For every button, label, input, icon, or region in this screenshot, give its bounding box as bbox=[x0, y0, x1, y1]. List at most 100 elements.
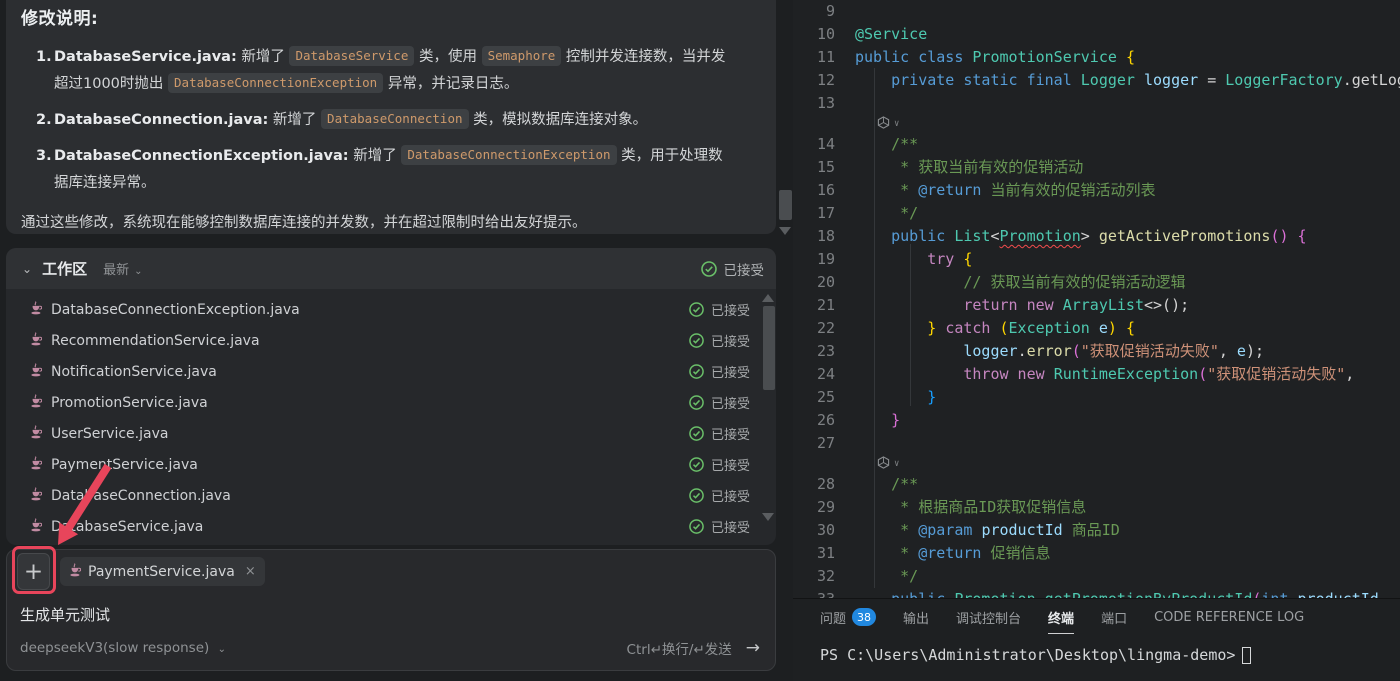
chat-message-card: 修改说明: 1. DatabaseService.java: 新增了 Databa… bbox=[6, 0, 776, 234]
problems-count-badge: 38 bbox=[852, 608, 877, 626]
file-status: 已接受 bbox=[689, 455, 750, 474]
line-number: 15 bbox=[816, 158, 835, 176]
chevron-down-icon[interactable]: ⌄ bbox=[22, 262, 32, 276]
code-text: return new ArrayList<>(); bbox=[963, 296, 1190, 314]
line-number: 20 bbox=[816, 273, 835, 291]
file-status-label: 已接受 bbox=[710, 304, 750, 319]
code-text: } bbox=[891, 411, 901, 429]
chat-scrollbar[interactable] bbox=[779, 190, 792, 220]
line-number: 24 bbox=[816, 365, 835, 383]
file-row[interactable]: DatabaseConnectionException.java 已接受 bbox=[6, 294, 776, 325]
code-line: 26 } bbox=[793, 409, 1400, 432]
panel-tab-CODE REFERENCE LOG[interactable]: CODE REFERENCE LOG bbox=[1154, 610, 1304, 632]
list-scrollbar[interactable] bbox=[763, 306, 775, 390]
panel-tab-终端[interactable]: 终端 bbox=[1048, 608, 1075, 634]
line-number: 10 bbox=[816, 25, 835, 43]
file-row[interactable]: DatabaseService.java 已接受 bbox=[6, 511, 776, 542]
file-name: PromotionService.java bbox=[51, 394, 208, 411]
add-context-button[interactable]: + bbox=[17, 553, 50, 590]
code-line: 19 try { bbox=[793, 248, 1400, 271]
check-circle-icon bbox=[689, 488, 704, 503]
indent-guide bbox=[874, 68, 875, 588]
chevron-down-icon: ∨ bbox=[894, 459, 900, 469]
code-line: 22 } catch (Exception e) { bbox=[793, 317, 1400, 340]
chat-text: 类，模拟数据库连接对象。 bbox=[468, 112, 648, 128]
code-text: throw new RuntimeException("获取促销活动失败", bbox=[963, 365, 1355, 383]
check-circle-icon bbox=[689, 302, 704, 317]
file-status: 已接受 bbox=[689, 424, 750, 443]
ai-codelens-widget[interactable]: ∨ bbox=[793, 115, 1400, 133]
line-number: 18 bbox=[816, 227, 835, 245]
list-marker: 3. bbox=[36, 148, 52, 164]
plus-icon: + bbox=[23, 558, 44, 585]
file-status: 已接受 bbox=[689, 300, 750, 319]
chat-scroll-down-icon[interactable] bbox=[779, 227, 791, 235]
panel-tab-label: 调试控制台 bbox=[956, 611, 1022, 627]
lingma-ai-icon bbox=[877, 115, 890, 133]
file-row[interactable]: RecommendationService.java 已接受 bbox=[6, 325, 776, 356]
file-status: 已接受 bbox=[689, 393, 750, 412]
attachment-chip[interactable]: PaymentService.java × bbox=[60, 557, 265, 586]
list-scroll-down-icon[interactable] bbox=[762, 513, 774, 521]
file-row[interactable]: PaymentService.java 已接受 bbox=[6, 449, 776, 480]
composer-input[interactable]: 生成单元测试 bbox=[20, 604, 110, 625]
chat-list: 1. DatabaseService.java: 新增了 DatabaseServ… bbox=[21, 44, 760, 197]
composer-card[interactable]: + PaymentService.java × 生成单元测试 deepseekV… bbox=[6, 546, 776, 671]
code-editor[interactable]: 9 10 @Service 11 public class PromotionServi… bbox=[793, 0, 1400, 598]
chevron-down-icon: ⌄ bbox=[134, 266, 143, 277]
java-file-icon bbox=[30, 424, 43, 443]
file-row[interactable]: PromotionService.java 已接受 bbox=[6, 387, 776, 418]
panel-tab-端口[interactable]: 端口 bbox=[1101, 608, 1127, 634]
code-text: @Service bbox=[855, 25, 928, 43]
model-selector[interactable]: deepseekV3(slow response) ⌄ bbox=[20, 640, 226, 656]
file-row[interactable]: DatabaseConnection.java 已接受 bbox=[6, 480, 776, 511]
panel-tabs: 问题 38 输出 调试控制台 终端 端口 CODE REFERENCE LOG bbox=[793, 599, 1400, 634]
line-number: 23 bbox=[816, 342, 835, 360]
line-number: 19 bbox=[816, 250, 835, 268]
file-name-bold: DatabaseConnectionException.java: bbox=[54, 148, 349, 164]
workspace-filter-dropdown[interactable]: 最新 ⌄ bbox=[103, 259, 142, 278]
close-icon[interactable]: × bbox=[245, 564, 256, 579]
terminal[interactable]: PS C:\Users\Administrator\Desktop\lingma… bbox=[820, 646, 1252, 664]
check-circle-icon bbox=[700, 260, 717, 277]
line-number: 32 bbox=[816, 567, 835, 585]
code-text: // 获取当前有效的促销活动逻辑 bbox=[963, 273, 1186, 291]
line-number: 26 bbox=[816, 411, 835, 429]
code-line: 15 * 获取当前有效的促销活动 bbox=[793, 156, 1400, 179]
code-text: * @return 当前有效的促销活动列表 bbox=[900, 181, 1156, 199]
workspace-filter-label: 最新 bbox=[103, 263, 130, 278]
file-status: 已接受 bbox=[689, 362, 750, 381]
code-text: public List<Promotion> getActivePromotio… bbox=[891, 227, 1307, 245]
code-line: 30 * @param productId 商品ID bbox=[793, 519, 1400, 542]
panel-tab-label: 端口 bbox=[1101, 611, 1128, 627]
model-label: deepseekV3(slow response) bbox=[20, 640, 210, 656]
code-text: /** bbox=[891, 475, 919, 493]
java-file-icon bbox=[30, 362, 43, 381]
code-text: public class PromotionService { bbox=[855, 48, 1135, 66]
panel-tab-调试控制台[interactable]: 调试控制台 bbox=[956, 608, 1021, 634]
panel-tab-输出[interactable]: 输出 bbox=[903, 608, 929, 634]
chat-title: 修改说明: bbox=[21, 9, 99, 29]
file-row[interactable]: NotificationService.java 已接受 bbox=[6, 356, 776, 387]
chat-list-item: 3. DatabaseConnectionException.java: 新增了 … bbox=[21, 143, 733, 197]
file-status: 已接受 bbox=[689, 331, 750, 350]
file-name: RecommendationService.java bbox=[51, 332, 260, 349]
ai-codelens-widget[interactable]: ∨ bbox=[793, 455, 1400, 473]
file-name: UserService.java bbox=[51, 425, 169, 442]
code-text: private static final Logger logger = Log… bbox=[891, 71, 1400, 89]
code-line: 16 * @return 当前有效的促销活动列表 bbox=[793, 179, 1400, 202]
file-status-label: 已接受 bbox=[710, 490, 750, 505]
code-text: * 根据商品ID获取促销信息 bbox=[900, 498, 1087, 516]
send-shortcut-hint: Ctrl↵换行/↵发送 bbox=[626, 642, 732, 658]
chat-text: 新增了 bbox=[236, 49, 290, 65]
attachment-name: PaymentService.java bbox=[88, 563, 235, 580]
code-line: 29 * 根据商品ID获取促销信息 bbox=[793, 496, 1400, 519]
send-button[interactable]: → bbox=[746, 638, 760, 658]
file-status-label: 已接受 bbox=[710, 397, 750, 412]
file-status-label: 已接受 bbox=[710, 335, 750, 350]
panel-tab-问题[interactable]: 问题 38 bbox=[820, 608, 877, 634]
line-number: 29 bbox=[816, 498, 835, 516]
java-file-icon bbox=[30, 455, 43, 474]
file-row[interactable]: UserService.java 已接受 bbox=[6, 418, 776, 449]
list-scroll-up-icon[interactable] bbox=[762, 294, 774, 302]
